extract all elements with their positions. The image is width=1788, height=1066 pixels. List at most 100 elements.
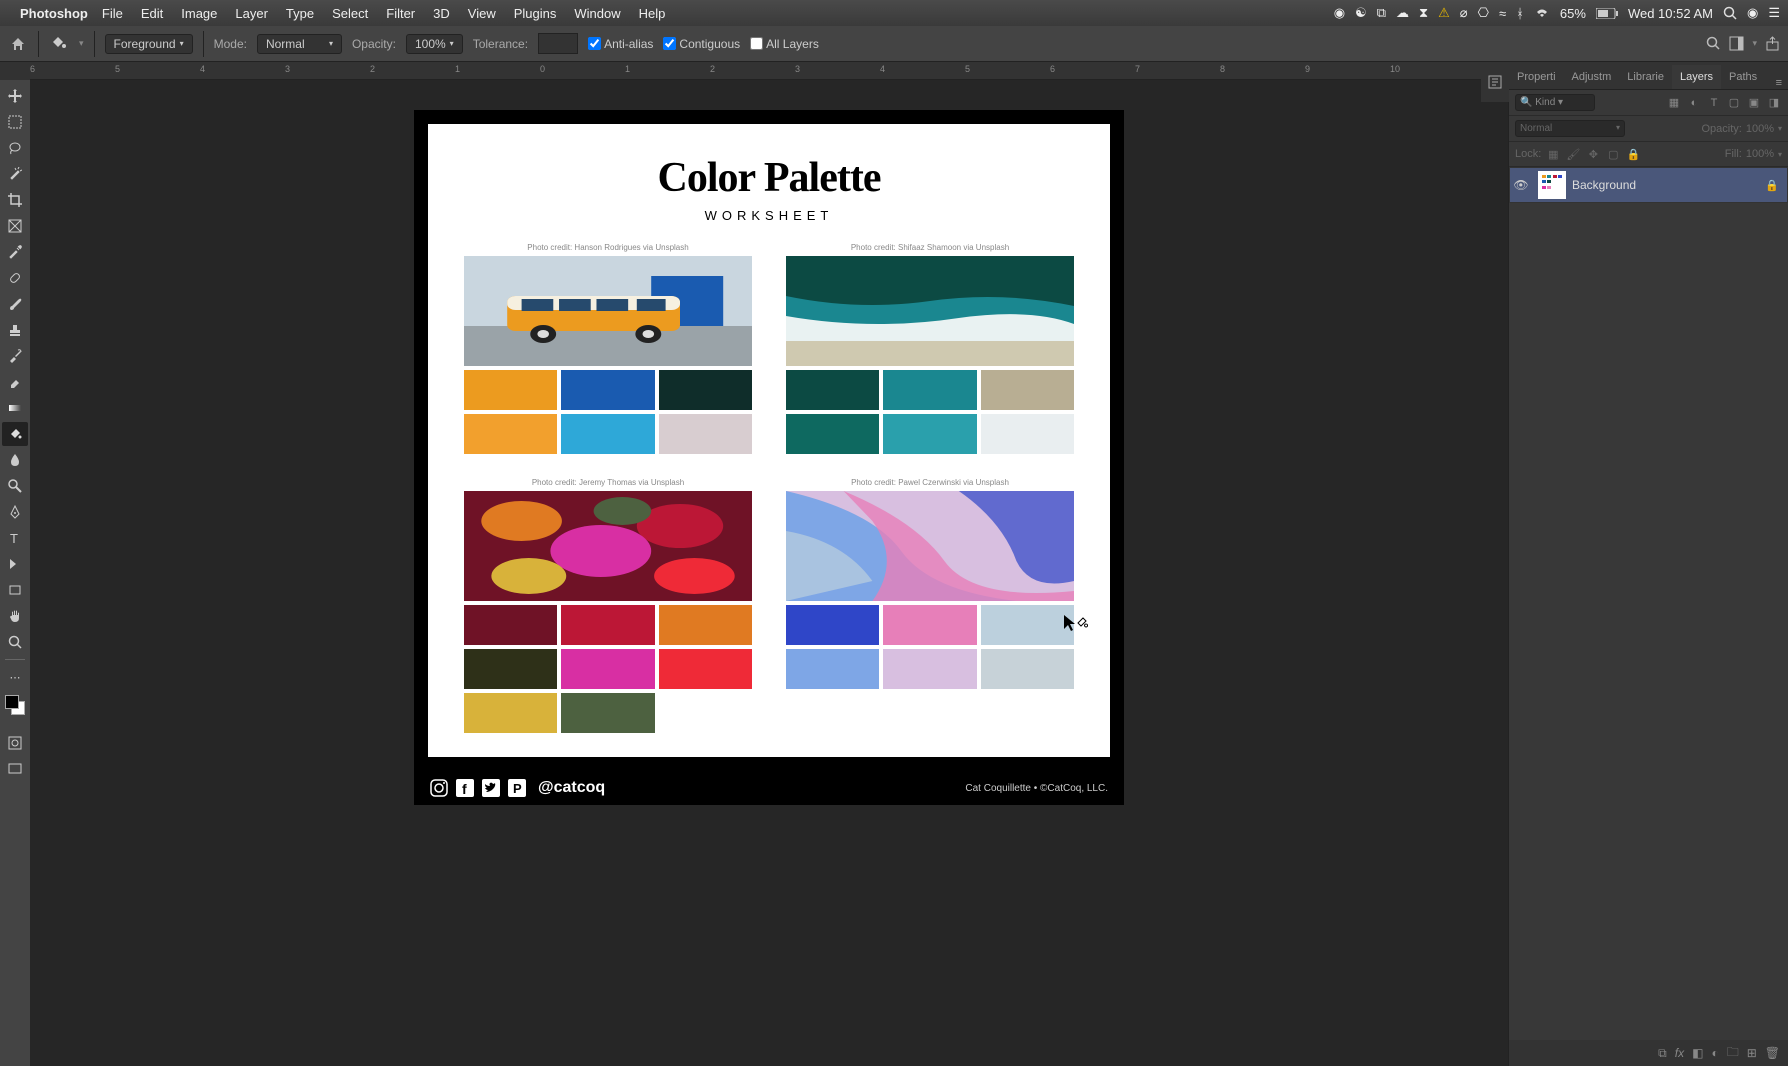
bucket-tool-icon[interactable] bbox=[49, 34, 69, 54]
horizontal-ruler[interactable]: 6 5 4 3 2 1 0 1 2 3 4 5 6 7 8 9 10 bbox=[30, 62, 1508, 80]
menu-3d[interactable]: 3D bbox=[433, 6, 450, 21]
trash-icon[interactable]: 🗑 bbox=[1765, 1046, 1780, 1060]
menu-plugins[interactable]: Plugins bbox=[514, 6, 557, 21]
contiguous-checkbox[interactable]: Contiguous bbox=[663, 37, 740, 51]
status-icon-2[interactable]: ☯ bbox=[1355, 5, 1367, 21]
menu-view[interactable]: View bbox=[468, 6, 496, 21]
filter-toggle-icon[interactable]: ◨ bbox=[1766, 95, 1782, 111]
blend-mode-select[interactable]: Normal▾ bbox=[257, 34, 342, 54]
crop-tool[interactable] bbox=[2, 188, 28, 212]
screenmode-button[interactable] bbox=[2, 757, 28, 781]
share-icon[interactable] bbox=[1765, 36, 1780, 51]
panel-menu-icon[interactable]: ≡ bbox=[1770, 77, 1788, 89]
status-icon-5[interactable]: ⧗ bbox=[1419, 5, 1428, 21]
menu-type[interactable]: Type bbox=[286, 6, 314, 21]
menu-help[interactable]: Help bbox=[639, 6, 666, 21]
filter-pixel-icon[interactable]: ▦ bbox=[1666, 95, 1682, 111]
menu-filter[interactable]: Filter bbox=[386, 6, 415, 21]
control-center-icon[interactable]: ☰ bbox=[1768, 5, 1780, 21]
layer-row[interactable]: 👁 Background 🔒 bbox=[1509, 167, 1788, 203]
dropbox-icon[interactable]: ⧉ bbox=[1377, 5, 1386, 21]
menu-edit[interactable]: Edit bbox=[141, 6, 163, 21]
filter-shape-icon[interactable]: ▢ bbox=[1726, 95, 1742, 111]
layer-fx-icon[interactable]: fx bbox=[1675, 1046, 1684, 1060]
menu-file[interactable]: File bbox=[102, 6, 123, 21]
healing-tool[interactable] bbox=[2, 266, 28, 290]
workspace-icon[interactable] bbox=[1729, 36, 1744, 51]
blend-mode-select[interactable]: Normal ▾ bbox=[1515, 120, 1625, 137]
search-icon[interactable] bbox=[1706, 36, 1721, 51]
collapsed-panel-icon[interactable] bbox=[1481, 62, 1509, 102]
document[interactable]: Color Palette WORKSHEET Photo credit: Ha… bbox=[414, 110, 1124, 805]
alllayers-checkbox[interactable]: All Layers bbox=[750, 37, 819, 51]
status-icon-7[interactable]: ⌀ bbox=[1460, 5, 1468, 21]
blur-tool[interactable] bbox=[2, 448, 28, 472]
menu-select[interactable]: Select bbox=[332, 6, 368, 21]
tab-adjustments[interactable]: Adjustm bbox=[1564, 65, 1620, 89]
spotlight-icon[interactable] bbox=[1723, 6, 1737, 20]
opacity-input[interactable]: 100%▾ bbox=[406, 34, 463, 54]
tab-libraries[interactable]: Librarie bbox=[1619, 65, 1672, 89]
brush-tool[interactable] bbox=[2, 292, 28, 316]
bucket-tool[interactable] bbox=[2, 422, 28, 446]
warning-icon[interactable]: ⚠ bbox=[1438, 5, 1450, 21]
opacity-value[interactable]: 100% bbox=[1746, 123, 1774, 135]
menu-layer[interactable]: Layer bbox=[235, 6, 268, 21]
menu-image[interactable]: Image bbox=[181, 6, 217, 21]
eraser-tool[interactable] bbox=[2, 370, 28, 394]
fill-type-select[interactable]: Foreground▾ bbox=[105, 34, 193, 54]
tolerance-input[interactable] bbox=[538, 33, 578, 54]
lock-pixels-icon[interactable]: 🖌 bbox=[1565, 146, 1581, 162]
eyedropper-tool[interactable] bbox=[2, 240, 28, 264]
pen-tool[interactable] bbox=[2, 500, 28, 524]
layer-name[interactable]: Background bbox=[1572, 178, 1636, 192]
fill-value[interactable]: 100% bbox=[1746, 148, 1774, 160]
tab-layers[interactable]: Layers bbox=[1672, 65, 1721, 89]
app-name[interactable]: Photoshop bbox=[20, 6, 88, 21]
marquee-tool[interactable] bbox=[2, 110, 28, 134]
canvas-area[interactable]: Color Palette WORKSHEET Photo credit: Ha… bbox=[30, 80, 1508, 1066]
color-swatch[interactable] bbox=[5, 695, 25, 715]
status-icon-8[interactable]: ⎔ bbox=[1478, 5, 1489, 21]
home-button[interactable] bbox=[8, 34, 28, 54]
new-layer-icon[interactable]: ⊞ bbox=[1747, 1046, 1757, 1060]
layer-kind-filter[interactable]: 🔍 Kind ▾ bbox=[1515, 94, 1595, 111]
history-brush-tool[interactable] bbox=[2, 344, 28, 368]
edit-toolbar-button[interactable]: ⋯ bbox=[2, 665, 28, 689]
tab-properties[interactable]: Properti bbox=[1509, 65, 1564, 89]
lasso-tool[interactable] bbox=[2, 136, 28, 160]
wifi-icon[interactable] bbox=[1534, 7, 1550, 19]
lock-transparent-icon[interactable]: ▦ bbox=[1545, 146, 1561, 162]
path-tool[interactable] bbox=[2, 552, 28, 576]
dodge-tool[interactable] bbox=[2, 474, 28, 498]
folder-icon[interactable]: 🗀 bbox=[1727, 1043, 1739, 1064]
adjustment-layer-icon[interactable]: ◐ bbox=[1711, 1046, 1718, 1060]
cloud-icon[interactable]: ☁ bbox=[1396, 5, 1409, 21]
wand-tool[interactable] bbox=[2, 162, 28, 186]
tab-paths[interactable]: Paths bbox=[1721, 65, 1765, 89]
quickmask-button[interactable] bbox=[2, 731, 28, 755]
filter-type-icon[interactable]: T bbox=[1706, 95, 1722, 111]
link-layers-icon[interactable]: ⧉ bbox=[1658, 1046, 1667, 1061]
battery-icon[interactable] bbox=[1596, 8, 1618, 19]
lock-icon[interactable]: 🔒 bbox=[1765, 179, 1779, 192]
bluetooth-icon[interactable]: ᚼ bbox=[1516, 6, 1524, 21]
status-icon-9[interactable]: ≈ bbox=[1499, 6, 1506, 21]
shape-tool[interactable] bbox=[2, 578, 28, 602]
frame-tool[interactable] bbox=[2, 214, 28, 238]
menu-window[interactable]: Window bbox=[574, 6, 620, 21]
lock-position-icon[interactable]: ✥ bbox=[1585, 146, 1601, 162]
hand-tool[interactable] bbox=[2, 604, 28, 628]
clock[interactable]: Wed 10:52 AM bbox=[1628, 6, 1713, 21]
layer-thumbnail[interactable] bbox=[1538, 171, 1566, 199]
layer-mask-icon[interactable]: ◧ bbox=[1692, 1046, 1703, 1060]
visibility-icon[interactable]: 👁 bbox=[1510, 178, 1532, 192]
stamp-tool[interactable] bbox=[2, 318, 28, 342]
filter-smart-icon[interactable]: ▣ bbox=[1746, 95, 1762, 111]
filter-adjust-icon[interactable]: ◐ bbox=[1686, 95, 1702, 111]
type-tool[interactable]: T bbox=[2, 526, 28, 550]
status-icon-1[interactable]: ◉ bbox=[1334, 5, 1345, 21]
move-tool[interactable] bbox=[2, 84, 28, 108]
lock-artboard-icon[interactable]: ▢ bbox=[1605, 146, 1621, 162]
lock-all-icon[interactable]: 🔒 bbox=[1625, 146, 1641, 162]
